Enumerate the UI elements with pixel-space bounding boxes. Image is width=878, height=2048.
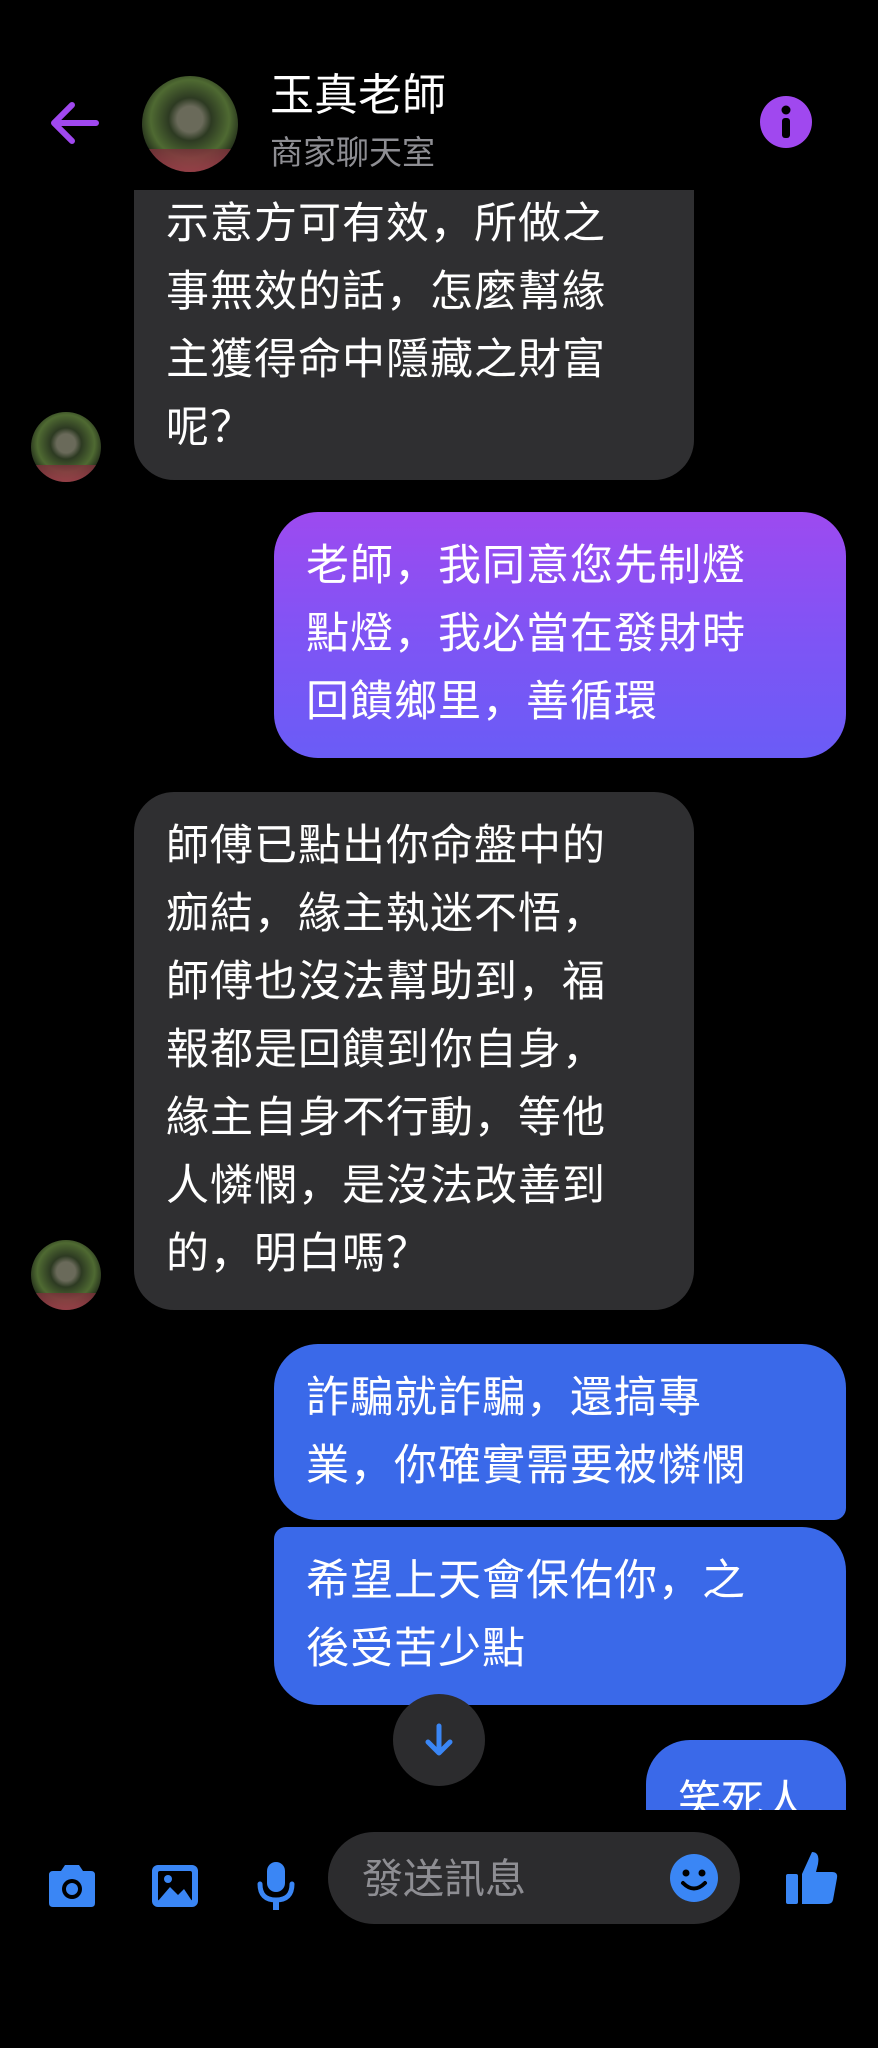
contact-avatar[interactable] — [142, 76, 238, 172]
microphone-icon[interactable] — [246, 1858, 306, 1914]
message-bubble-outgoing[interactable]: 笑死人 — [646, 1740, 846, 1810]
contact-name[interactable]: 玉真老師 — [270, 70, 446, 122]
contact-subtitle: 商家聊天室 — [270, 133, 435, 172]
sender-avatar[interactable] — [31, 1240, 101, 1310]
message-input-field[interactable] — [360, 1832, 644, 1926]
back-arrow-icon[interactable] — [44, 98, 104, 148]
message-bubble-incoming[interactable]: 示意方可有效，所做之 事無效的話，怎麼幫緣 主獲得命中隱藏之財富 呢？ — [134, 170, 694, 480]
message-bubble-outgoing[interactable]: 希望上天會保佑你，之 後受苦少點 — [274, 1527, 846, 1705]
message-bubble-outgoing[interactable]: 老師，我同意您先制燈 點燈，我必當在發財時 回饋鄉里，善循環 — [274, 512, 846, 758]
thumbs-up-icon[interactable] — [782, 1846, 842, 1910]
message-bubble-outgoing[interactable]: 詐騙就詐騙，還搞專 業，你確實需要被憐憫 — [274, 1344, 846, 1520]
chat-header: 玉真老師 商家聊天室 — [0, 0, 878, 190]
camera-icon[interactable] — [42, 1858, 102, 1914]
sender-avatar[interactable] — [31, 412, 101, 482]
message-bubble-incoming[interactable]: 師傅已點出你命盤中的 痂結，緣主執迷不悟， 師傅也沒法幫助到，福 報都是回饋到你… — [134, 792, 694, 1310]
gallery-icon[interactable] — [145, 1858, 205, 1914]
info-icon[interactable] — [760, 96, 812, 148]
message-input[interactable] — [328, 1832, 740, 1926]
composer-bar — [0, 1810, 878, 1950]
arrow-down-icon — [425, 1723, 453, 1756]
emoji-icon[interactable] — [668, 1852, 720, 1904]
scroll-to-bottom-button[interactable] — [393, 1694, 485, 1786]
